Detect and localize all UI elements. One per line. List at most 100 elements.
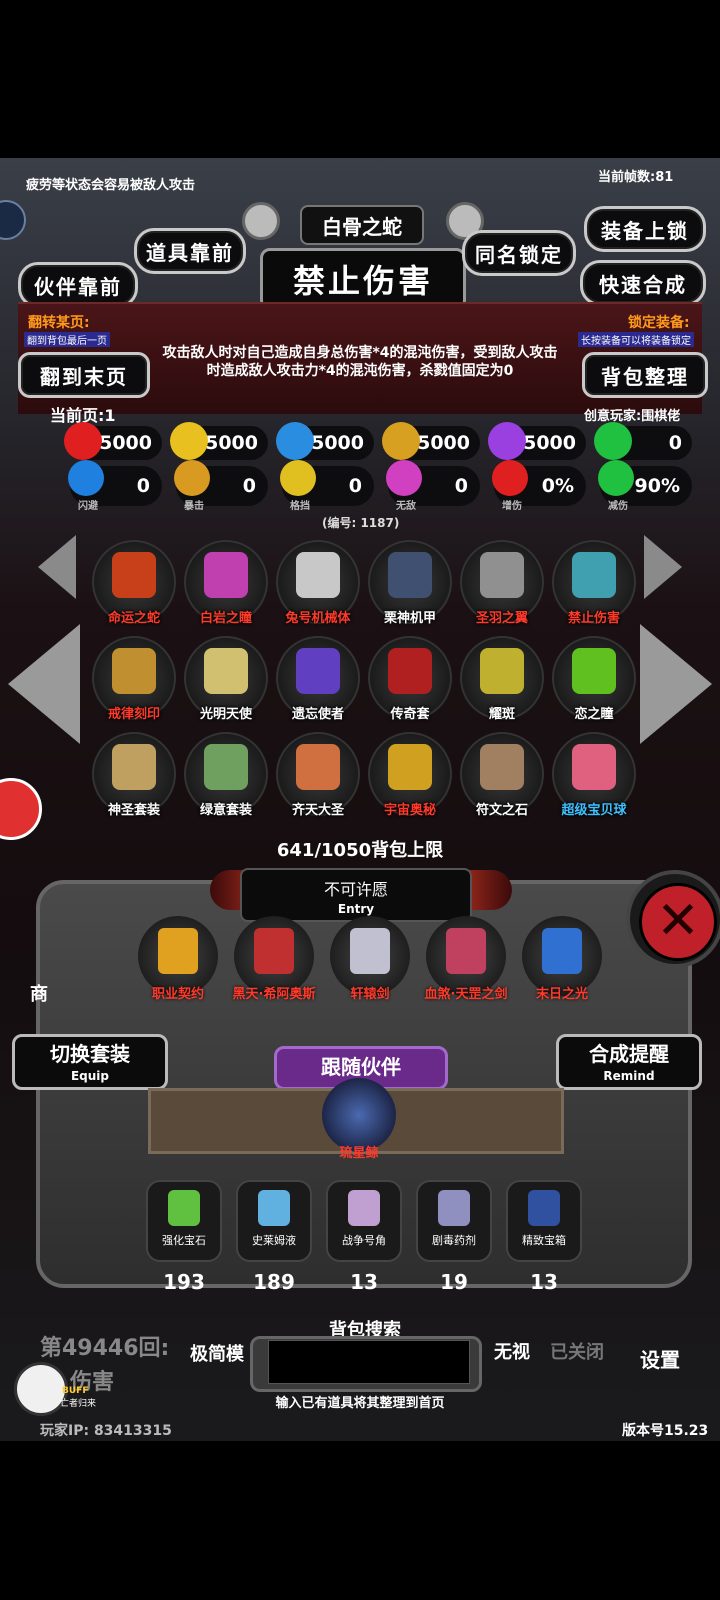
to-last-page-button[interactable]: 翻到末页	[18, 352, 150, 398]
item-name: 齐天大圣	[291, 803, 344, 818]
bag-item[interactable]: 栗神机甲	[368, 540, 452, 626]
item-icon	[204, 552, 248, 598]
stat-5: 5000	[488, 422, 586, 460]
item-name: 传奇套	[390, 707, 430, 722]
equipped-slot[interactable]: 血煞·天罡之剑	[425, 916, 507, 1002]
settings-button[interactable]: 设置	[640, 1344, 680, 1373]
bag-item[interactable]: 白岩之瞳	[184, 540, 268, 626]
bag-item[interactable]: 绿意套装	[184, 732, 268, 818]
bag-item[interactable]: 禁止伤害	[552, 540, 636, 626]
bag-item[interactable]: 恋之瞳	[552, 636, 636, 722]
equipped-slot[interactable]: 轩辕剑	[330, 916, 410, 1002]
item-icon	[388, 552, 432, 598]
same-name-lock-button[interactable]: 同名锁定	[462, 230, 576, 276]
close-button[interactable]: ✕	[626, 870, 720, 968]
bag-item[interactable]: 齐天大圣	[276, 732, 360, 818]
item-name: 绿意套装	[199, 803, 252, 818]
stat2-3: 0 格挡	[280, 460, 374, 512]
material-slot[interactable]: 强化宝石 193	[146, 1180, 222, 1294]
item-icon	[296, 648, 340, 694]
stat-value: 5000	[523, 432, 576, 454]
partner-slot[interactable]	[322, 1078, 396, 1152]
clover-icon	[594, 422, 632, 460]
prev-page-arrow[interactable]	[8, 624, 80, 744]
buff-label: BUFF	[62, 1386, 89, 1396]
item-name: 戒律刻印	[107, 707, 160, 722]
search-input[interactable]	[268, 1340, 470, 1384]
bag-item[interactable]: 传奇套	[368, 636, 452, 722]
equip-lock-button[interactable]: 装备上锁	[584, 206, 706, 252]
bag-item[interactable]: 圣羽之翼	[460, 540, 544, 626]
ignore-label[interactable]: 无视	[494, 1338, 530, 1364]
item-icon	[572, 552, 616, 598]
material-slot[interactable]: 剧毒药剂 19	[416, 1180, 492, 1294]
item-icon	[388, 648, 432, 694]
creator-credit: 创意玩家:围棋佬	[584, 409, 681, 424]
equip-name: 血煞·天罡之剑	[424, 987, 508, 1002]
lock-equip-sub: 长按装备可以将装备锁定	[578, 332, 694, 347]
material-slot[interactable]: 史莱姆液 189	[236, 1180, 312, 1294]
item-name: 白岩之瞳	[199, 611, 252, 626]
material-icon	[258, 1190, 290, 1226]
stat-label: 闪避	[78, 501, 98, 512]
material-icon	[438, 1190, 470, 1226]
bag-item[interactable]: 遗忘使者	[276, 636, 360, 722]
stat2-2: 0 暴击	[174, 460, 268, 512]
bag-sort-button[interactable]: 背包整理	[582, 352, 708, 398]
bag-item[interactable]: 戒律刻印	[92, 636, 176, 722]
stat-value: 5000	[99, 432, 152, 454]
bag-item[interactable]: 超级宝贝球	[552, 732, 636, 818]
equip-name: 轩辕剑	[350, 987, 390, 1002]
stat-value: 5000	[311, 432, 364, 454]
bag-limit: 641/1050背包上限	[276, 840, 444, 861]
equip-name: 末日之光	[535, 987, 588, 1002]
stat-4: 5000	[382, 422, 480, 460]
item-description: 攻击敌人时对自己造成自身总伤害*4的混沌伤害，受到敌人攻击时造成敌人攻击力*4的…	[162, 345, 558, 379]
material-count: 13	[530, 1270, 558, 1294]
close-icon: ✕	[639, 883, 717, 961]
item-front-button[interactable]: 道具靠前	[134, 228, 246, 274]
switch-set-label: 切换套装	[50, 1042, 130, 1066]
merge-remind-button[interactable]: 合成提醒 Remind	[556, 1034, 702, 1090]
equipped-slot[interactable]: 末日之光	[522, 916, 602, 1002]
material-slot[interactable]: 战争号角 13	[326, 1180, 402, 1294]
equip-icon	[446, 928, 486, 974]
material-slot[interactable]: 精致宝箱 13	[506, 1180, 582, 1294]
stat-1: 5000	[64, 422, 162, 460]
heart-icon	[64, 422, 102, 460]
minimal-mode-label[interactable]: 极简模	[190, 1340, 244, 1366]
item-name: 禁止伤害	[567, 611, 620, 626]
stat-label: 减伤	[608, 501, 628, 512]
stat-value: 5000	[205, 432, 258, 454]
bag-item[interactable]: 命运之蛇	[92, 540, 176, 626]
partner-name: 琉星鲸	[339, 1146, 379, 1161]
switch-set-button[interactable]: 切换套装 Equip	[12, 1034, 168, 1090]
lock-equip-title: 锁定装备:	[628, 315, 690, 331]
stat-value: 0	[668, 432, 682, 454]
bag-item[interactable]: 符文之石	[460, 732, 544, 818]
bag-item[interactable]: 光明天使	[184, 636, 268, 722]
equipped-slot[interactable]: 职业契约	[138, 916, 218, 1002]
player-ip: 玩家IP: 83413315	[40, 1423, 172, 1439]
next-page-arrow[interactable]	[640, 624, 712, 744]
shop-partial-label[interactable]: 商	[30, 980, 48, 1006]
prev-page-small-arrow[interactable]	[38, 535, 76, 599]
bag-item[interactable]: 耀斑	[460, 636, 544, 722]
stats-row-primary: 5000 5000 5000 5000 5000 0	[64, 422, 706, 460]
item-icon	[204, 744, 248, 790]
entry-box[interactable]: 不可许愿 Entry	[240, 868, 472, 922]
stat-label: 格挡	[290, 501, 310, 512]
material-icon	[168, 1190, 200, 1226]
bag-item[interactable]: 兔号机械体	[276, 540, 360, 626]
stat2-6: 90% 减伤	[598, 460, 692, 512]
material-name: 精致宝箱	[522, 1234, 566, 1247]
shield-icon	[280, 460, 316, 496]
next-page-small-arrow[interactable]	[644, 535, 682, 599]
item-name: 遗忘使者	[291, 707, 344, 722]
material-icon	[528, 1190, 560, 1226]
quick-merge-button[interactable]: 快速合成	[580, 260, 706, 306]
bag-item[interactable]: 神圣套装	[92, 732, 176, 818]
equipped-slot[interactable]: 黑天·希阿奥斯	[233, 916, 315, 1002]
bag-item[interactable]: 宇宙奥秘	[368, 732, 452, 818]
buff-sub: 亡者归来	[60, 1399, 97, 1409]
